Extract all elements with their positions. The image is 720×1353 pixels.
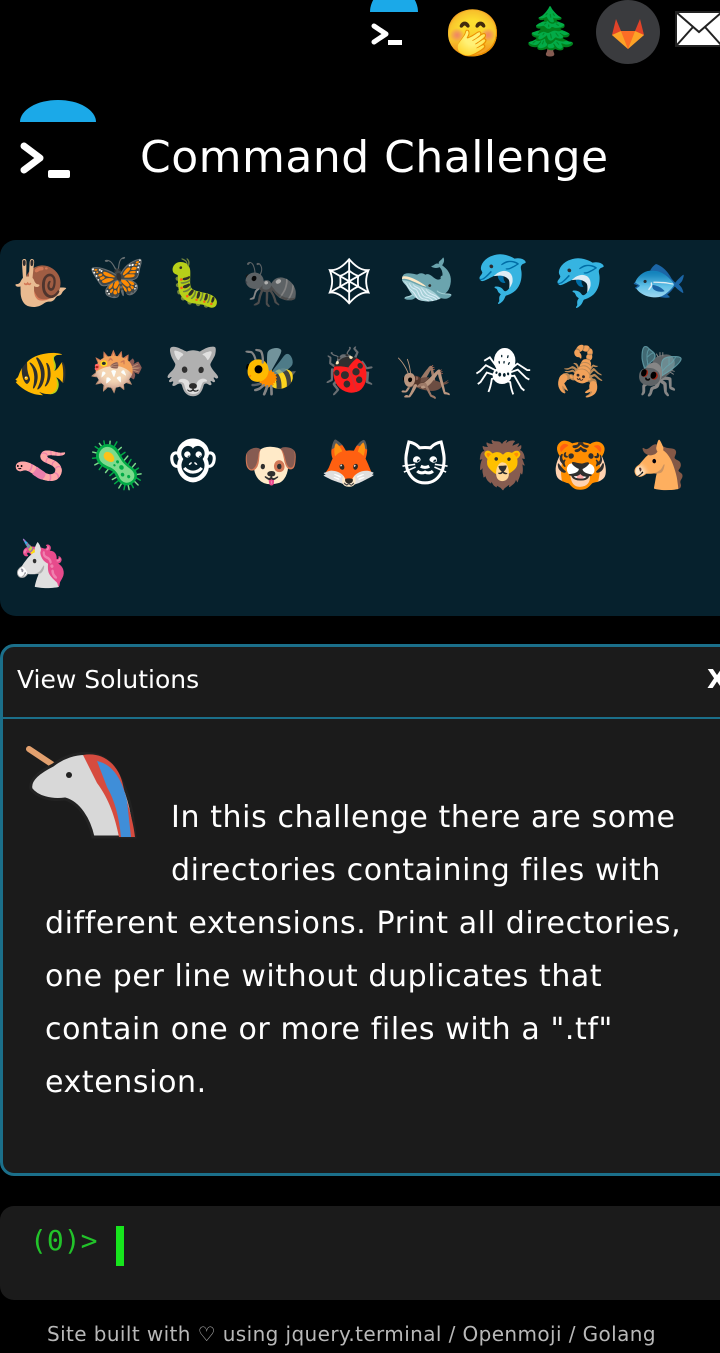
- lion-icon[interactable]: 🦁: [472, 434, 534, 496]
- gitlab-icon[interactable]: [596, 0, 660, 64]
- tropical-fish-icon[interactable]: 🐠: [10, 342, 72, 404]
- terminal-logo-icon: [18, 100, 98, 184]
- solutions-panel: View Solutions X In this challenge there…: [0, 644, 720, 1176]
- spider-icon[interactable]: 🕷: [472, 340, 534, 402]
- challenge-description: In this challenge there are some directo…: [45, 791, 705, 1109]
- cricket-icon[interactable]: 🦗: [394, 344, 456, 406]
- view-solutions-label[interactable]: View Solutions: [17, 665, 199, 694]
- top-icon-bar: 🤭 🌲: [0, 0, 720, 70]
- dog-icon[interactable]: 🐶: [240, 434, 302, 496]
- fly-icon[interactable]: 🪰: [628, 340, 690, 402]
- solutions-header[interactable]: View Solutions X: [3, 647, 720, 719]
- horse-icon[interactable]: 🐴: [628, 434, 690, 496]
- fish-icon[interactable]: 🐟: [628, 248, 690, 310]
- page-header: Command Challenge: [0, 100, 720, 210]
- christmas-tree-icon[interactable]: 🌲: [522, 4, 579, 58]
- terminal-icon[interactable]: [364, 0, 424, 60]
- monkey-icon[interactable]: 🐵: [162, 432, 224, 494]
- terminal-input[interactable]: (0)>: [0, 1206, 720, 1300]
- ant-icon[interactable]: 🐜: [240, 252, 302, 314]
- terminal-cursor: [116, 1226, 124, 1266]
- close-button[interactable]: X: [707, 665, 720, 695]
- unicorn-icon[interactable]: 🦄: [10, 532, 72, 594]
- whale-icon[interactable]: 🐋: [396, 248, 458, 310]
- dolphin-2-icon[interactable]: 🐬: [550, 252, 612, 314]
- caterpillar-icon[interactable]: 🐛: [164, 252, 226, 314]
- terminal-prompt: (0)>: [30, 1224, 98, 1257]
- ladybug-icon[interactable]: 🐞: [318, 340, 380, 402]
- microbe-icon[interactable]: 🦠: [86, 434, 148, 496]
- page-title: Command Challenge: [140, 132, 609, 183]
- dolphin-icon[interactable]: 🐬: [472, 248, 534, 310]
- bee-icon[interactable]: 🐝: [240, 340, 302, 402]
- site-footer: Site built with ♡ using jquery.terminal …: [47, 1322, 656, 1346]
- worm-icon[interactable]: 🪱: [10, 434, 72, 496]
- snail-icon[interactable]: 🐌: [10, 252, 72, 314]
- mail-icon[interactable]: [674, 8, 720, 50]
- scorpion-icon[interactable]: 🦂: [550, 340, 612, 402]
- shushing-face-icon[interactable]: 🤭: [444, 6, 501, 60]
- spider-web-icon[interactable]: 🕸: [318, 250, 380, 312]
- challenge-grid: 🐌 🦋 🐛 🐜 🕸 🐋 🐬 🐬 🐟 🐠 🐡 🐺 🐝 🐞 🦗 🕷 🦂 🪰 🪱 🦠 …: [0, 240, 720, 616]
- tiger-icon[interactable]: 🐯: [550, 434, 612, 496]
- butterfly-icon[interactable]: 🦋: [86, 245, 148, 307]
- cat-icon[interactable]: 🐱: [394, 434, 456, 496]
- wolf-icon[interactable]: 🐺: [162, 340, 224, 402]
- blowfish-icon[interactable]: 🐡: [86, 340, 148, 402]
- fox-icon[interactable]: 🦊: [318, 432, 380, 494]
